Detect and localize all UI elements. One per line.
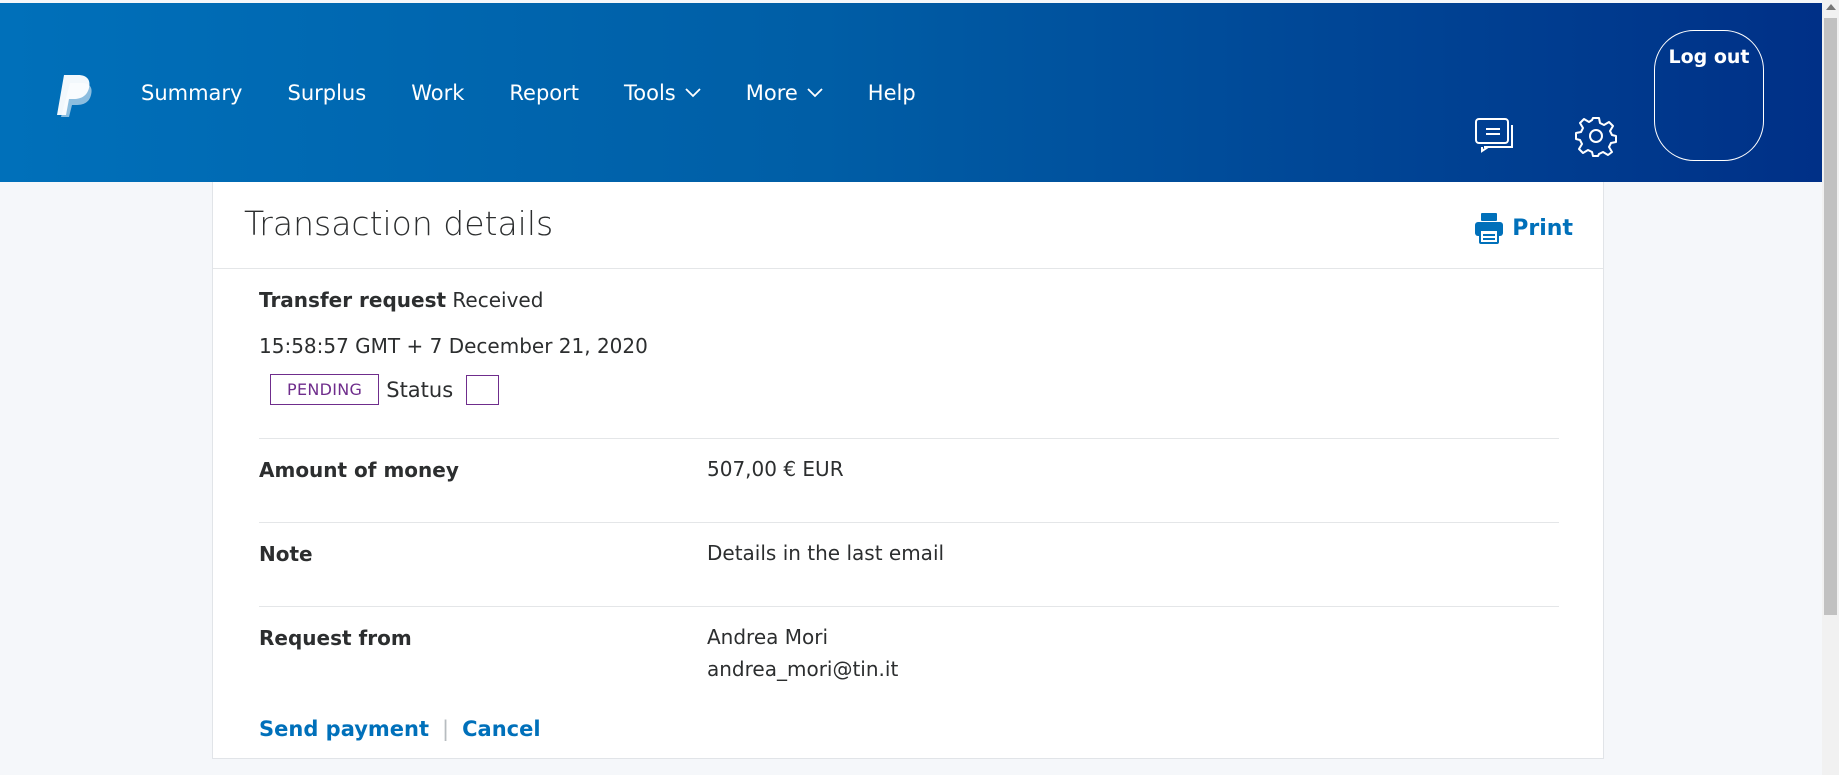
divider: [259, 522, 1559, 523]
vertical-scrollbar[interactable]: [1822, 0, 1839, 775]
requester-name: Andrea Mori: [707, 625, 829, 649]
nav-item-label: Report: [509, 81, 579, 105]
transaction-timestamp: 15:58:57 GMT + 7 December 21, 2020: [259, 334, 648, 358]
top-navigation-bar: Summary Surplus Work Report Tools More H…: [0, 3, 1822, 182]
amount-label: Amount of money: [259, 458, 459, 482]
status-badge: PENDING: [270, 374, 380, 405]
status-label: Status: [386, 377, 454, 402]
status-info-box[interactable]: [466, 374, 500, 405]
transaction-state: Received: [452, 288, 544, 312]
nav-item-work[interactable]: Work: [411, 81, 464, 105]
note-label: Note: [259, 542, 313, 566]
settings-gear-icon[interactable]: [1575, 115, 1617, 157]
nav-item-help[interactable]: Help: [868, 81, 916, 105]
chevron-down-icon: [685, 88, 701, 98]
scroll-up-arrow-icon[interactable]: [1826, 4, 1836, 10]
print-button[interactable]: Print: [1474, 212, 1573, 244]
transaction-type: Transfer request: [259, 288, 447, 312]
link-separator: |: [442, 717, 450, 741]
printer-icon: [1475, 213, 1504, 244]
paypal-logo-icon[interactable]: [54, 73, 94, 119]
main-nav: Summary Surplus Work Report Tools More H…: [141, 81, 961, 105]
action-links: Send payment | Cancel: [259, 717, 541, 741]
nav-item-tools[interactable]: Tools: [624, 81, 701, 105]
nav-item-surplus[interactable]: Surplus: [287, 81, 366, 105]
chevron-down-icon: [807, 88, 823, 98]
nav-item-label: Summary: [141, 81, 243, 105]
nav-item-label: Surplus: [287, 81, 367, 105]
scrollbar-thumb[interactable]: [1824, 18, 1837, 615]
requester-email: andrea_mori@tin.it: [707, 657, 899, 681]
transaction-type-line: Transfer request Received: [259, 288, 1557, 312]
transaction-summary: Transfer request Received 15:58:57 GMT +…: [259, 288, 1557, 405]
nav-item-label: More: [745, 81, 798, 105]
nav-item-label: Help: [867, 81, 916, 105]
messages-icon[interactable]: [1474, 117, 1516, 155]
nav-item-report[interactable]: Report: [509, 81, 579, 105]
logout-button[interactable]: Log out: [1654, 30, 1764, 161]
send-payment-link[interactable]: Send payment: [259, 717, 429, 741]
card-header: Transaction details Print: [213, 182, 1603, 269]
amount-value: 507,00 € EUR: [707, 457, 844, 481]
request-from-label: Request from: [259, 626, 412, 650]
nav-item-summary[interactable]: Summary: [141, 81, 242, 105]
nav-item-label: Work: [411, 81, 465, 105]
nav-item-more[interactable]: More: [746, 81, 823, 105]
print-label: Print: [1512, 215, 1573, 241]
divider: [259, 438, 1559, 439]
status-row: PENDING Status: [259, 374, 1557, 405]
nav-item-label: Tools: [624, 81, 676, 105]
note-value: Details in the last email: [707, 541, 945, 565]
transaction-details-card: Transaction details Print Transfer reque…: [212, 182, 1604, 759]
cancel-link[interactable]: Cancel: [462, 717, 540, 741]
divider: [259, 606, 1559, 607]
page-title: Transaction details: [244, 204, 554, 243]
